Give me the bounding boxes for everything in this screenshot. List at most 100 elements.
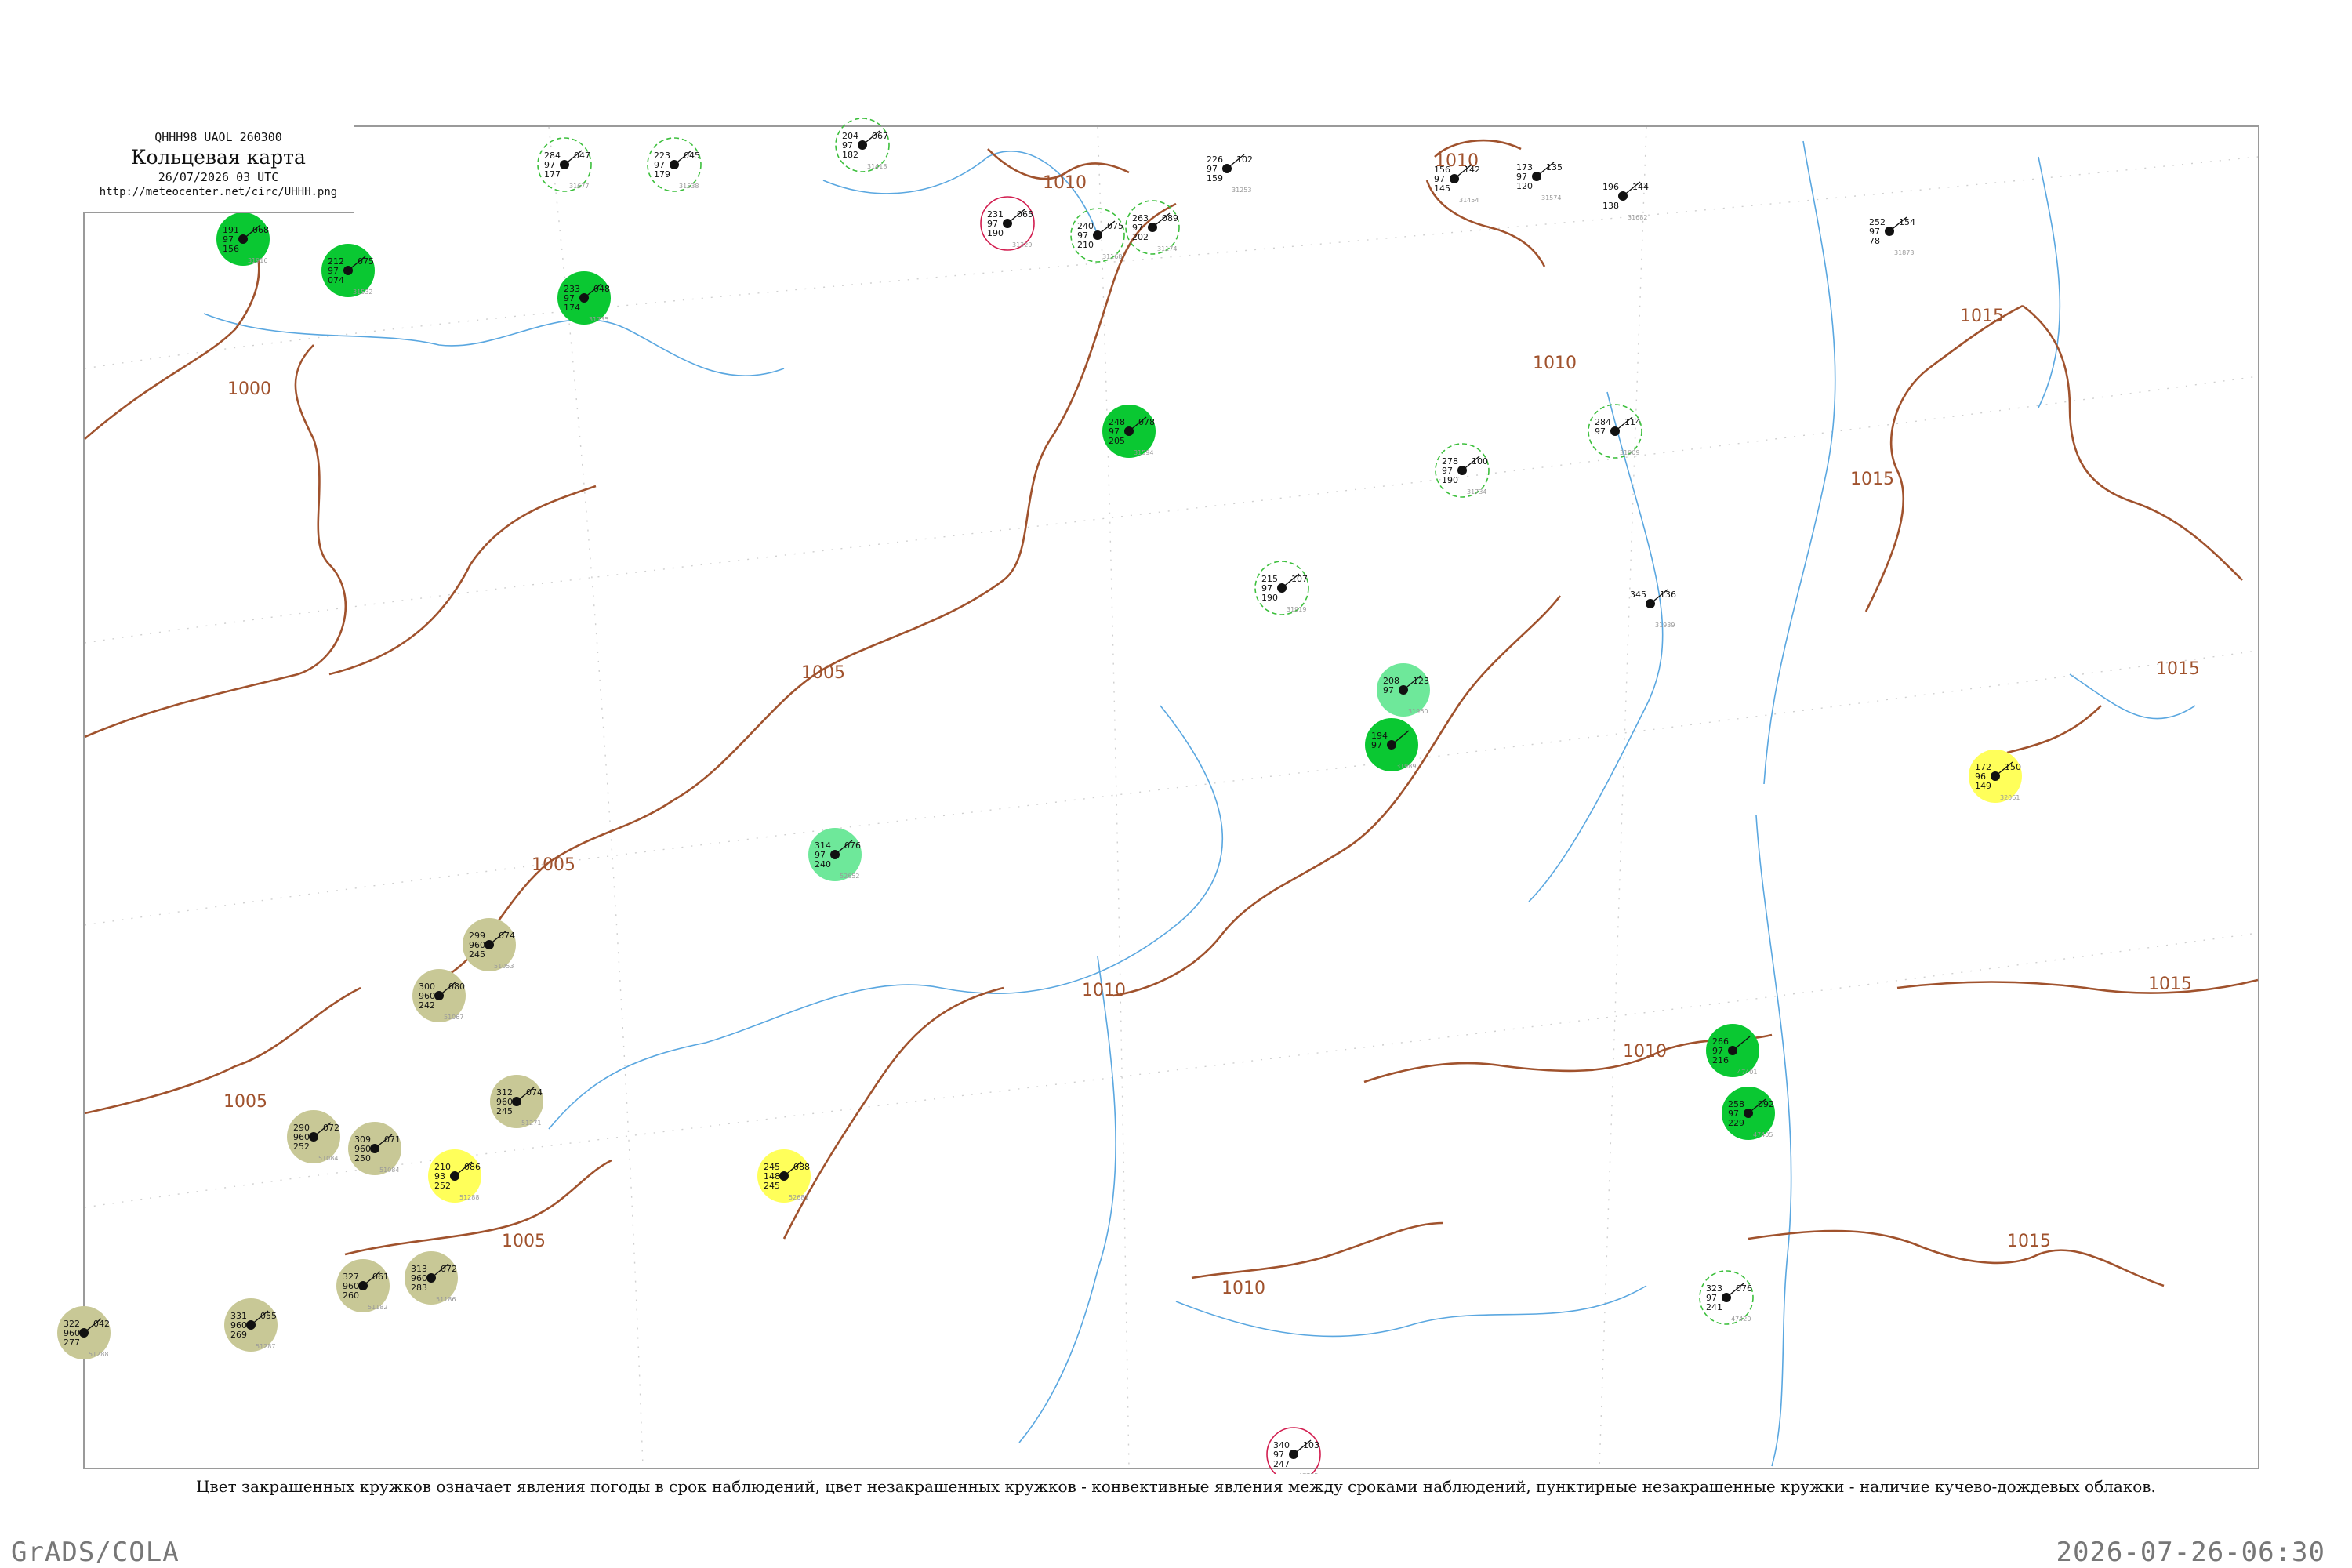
station-plot: 2129707407531532 [321,244,375,297]
station-plot: 2489720507831594 [1102,405,1156,458]
stations-layer: 1919715606831916 2129707407531532 23397174… [57,118,2022,1474]
station-plot: 2409721007531168 [1070,208,1125,263]
station-index: 31538 [679,183,699,190]
station-index: 51084 [318,1155,338,1162]
station-value: 075 [358,256,374,267]
station-index: 31873 [1894,249,1914,256]
station-value: 067 [872,131,888,141]
station-index: 51053 [494,963,514,970]
isobars [84,139,2259,1287]
station-value: 216 [1712,1055,1729,1065]
station-plot: 299960024507451053 [463,918,516,971]
station-index: 31454 [1459,197,1479,204]
station-value: 086 [464,1162,481,1172]
station-plot: 196 138 144 31682 [1602,181,1649,221]
station-index: 31594 [1134,449,1153,456]
station-value: 088 [793,1162,810,1172]
station-plot: 24514824508852681 [757,1149,811,1203]
station-value: 072 [441,1264,457,1274]
station-value: 202 [1132,232,1149,242]
station-plot: 2339717404831735 [557,271,611,325]
isobar-label: 1015 [1960,307,2004,326]
station-value: 229 [1728,1118,1744,1128]
station-plot: 312960024507451271 [490,1075,543,1128]
station-value: 068 [252,225,269,235]
isobar-label: 1010 [1043,173,1087,193]
station-value: 089 [1162,213,1178,223]
station-index: 47755 [1298,1472,1318,1474]
station-value: 074 [499,931,515,941]
station-plot: 1949731989 [1365,718,1418,771]
station-value: 114 [1624,417,1641,427]
station-value: 242 [419,1000,435,1011]
station-plot: 1739712013531574 [1516,162,1563,201]
station-value: 149 [1975,781,1991,791]
isobar-label: 1005 [801,663,845,683]
station-plot: 313960028307251186 [405,1251,458,1305]
software-credit: GrADS/COLA [11,1537,180,1568]
map-source-url[interactable]: http://meteocenter.net/circ/UHHH.png [83,186,354,198]
rivers [203,140,2196,1467]
isobar-label: 1010 [1221,1279,1265,1298]
station-value: 260 [343,1290,359,1301]
station-value: 247 [1273,1459,1290,1469]
station-value: 102 [1236,154,1253,165]
station-index: 32061 [2000,794,2020,801]
station-value: 055 [260,1311,277,1321]
station-plot: 2269715910231253 [1207,154,1253,194]
station-value: 177 [544,169,561,180]
station-value: 97 [1383,685,1394,695]
station-value: 190 [987,228,1004,238]
station-plot: 331960026905551287 [224,1298,278,1352]
station-value: 150 [2005,762,2021,772]
map-date: 26/07/2026 03 UTC [158,170,279,184]
station-value: 107 [1291,574,1308,584]
isobar-label: 1015 [2148,975,2192,994]
station-value: 205 [1109,436,1125,446]
station-value: 190 [1261,593,1278,603]
station-value: 283 [411,1283,427,1293]
station-value: 97 [1371,740,1382,750]
station-plot: 2089712331960 [1377,663,1430,717]
station-value: 196 [1602,182,1619,192]
station-value: 156 [223,244,239,254]
station-index: 51186 [436,1296,456,1303]
station-value: 269 [230,1330,247,1340]
station-value: 78 [1869,236,1880,246]
station-value: 135 [1546,162,1563,172]
station-plot: 327960026006151182 [336,1259,390,1312]
station-value: 123 [1413,676,1429,686]
station-index: 31574 [1541,194,1561,201]
station-value: 075 [1107,221,1123,231]
station-plot: 2669721647401 [1706,1024,1759,1077]
station-value: 245 [469,949,485,960]
station-value: 071 [384,1134,401,1145]
station-value: 092 [1758,1099,1774,1109]
station-index: 47405 [1753,1131,1773,1138]
station-index: 31418 [867,163,887,170]
station-index: 31682 [1628,214,1647,221]
station-plot: 2849717704731677 [537,137,592,192]
map-canvas: 1000 1005 1005 1005 1005 1010 1010 1010 … [57,118,2259,1474]
station-plot: 2319719006531329 [980,196,1035,251]
station-index: 31734 [1467,488,1486,495]
station-index: 51182 [368,1304,387,1311]
isobar-label: 1015 [1850,470,1894,489]
station-plot: 345 136 31939 [1630,589,1676,629]
station-value: 174 [564,303,580,313]
station-index: 51271 [521,1120,541,1127]
isobar-label: 1010 [1082,981,1126,1000]
station-value: 138 [1602,201,1619,211]
isobar-label: 1015 [2156,659,2200,679]
station-value: 252 [434,1181,451,1191]
station-plot: 3409724710347755 [1266,1427,1321,1474]
station-value: 252 [293,1142,310,1152]
station-value: 97 [1595,426,1606,437]
station-index: 31329 [1012,241,1032,249]
station-value: 076 [844,840,861,851]
station-index: 31532 [353,289,372,296]
station-index: 51287 [256,1343,275,1350]
station-plot: 2049718206731418 [835,118,890,172]
station-value: 345 [1630,590,1646,600]
station-index: 31174 [1157,245,1177,252]
